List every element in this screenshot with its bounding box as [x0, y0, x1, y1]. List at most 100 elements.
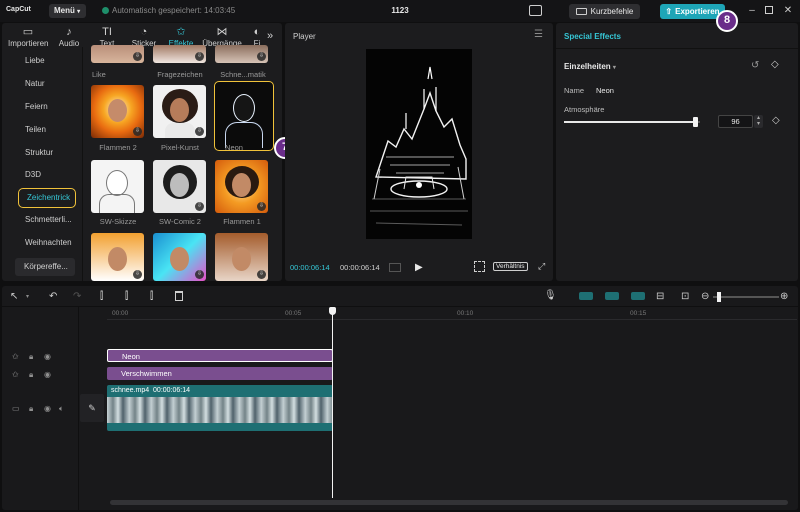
zoom-in-icon[interactable]: ⊕	[780, 291, 788, 302]
zoom-slider[interactable]	[713, 292, 779, 302]
inspector-divider	[556, 48, 798, 49]
delete-icon[interactable]	[175, 291, 183, 301]
category-item[interactable]: Körpereffe...	[15, 258, 75, 276]
effect-track-header: ✩ 🔒︎ ◉	[12, 370, 72, 380]
video-clip[interactable]: schnee.mp4 00:00:06:14	[107, 385, 333, 431]
split-right-icon[interactable]: ⫿	[150, 291, 153, 302]
redo-icon[interactable]: ↷	[73, 291, 81, 302]
split-left-icon[interactable]: ⫿	[125, 291, 128, 302]
effect-thumb-sw-skizze[interactable]	[91, 160, 144, 213]
atmosphere-input[interactable]: 96	[718, 115, 753, 128]
play-icon[interactable]: ▶	[415, 262, 423, 273]
ratio-button[interactable]: Verhältnis	[493, 262, 528, 271]
playhead-handle[interactable]	[329, 307, 336, 315]
zoom-handle[interactable]	[717, 292, 721, 302]
tab-import[interactable]: ▭ Importieren	[8, 26, 48, 48]
minimize-icon[interactable]: –	[745, 4, 759, 18]
shortcuts-button[interactable]: Kurzbefehle	[569, 4, 640, 19]
effect-clip-neon[interactable]: Neon	[107, 349, 333, 362]
fullscreen-crop-icon[interactable]	[474, 261, 485, 272]
eye-icon[interactable]: ◉	[44, 370, 51, 379]
video-track-header: ▭ 🔒︎ ◉ 🔈︎	[12, 404, 72, 414]
effect-thumb-pixel-kunst[interactable]: ⇩	[153, 85, 206, 138]
eye-icon[interactable]: ◉	[44, 404, 51, 413]
horizontal-scrollbar[interactable]	[110, 500, 788, 505]
export-button[interactable]: ⇧ Exportieren	[660, 4, 725, 19]
preview-axis-icon[interactable]: ⊡	[681, 291, 689, 302]
keyframe-icon[interactable]: ◇	[772, 115, 780, 126]
category-item[interactable]: Natur	[12, 75, 70, 93]
lock-icon[interactable]: 🔒︎	[29, 370, 33, 380]
category-item[interactable]: Schmetterli...	[12, 211, 72, 229]
effect-thumb[interactable]: ⇩	[153, 233, 206, 281]
link-main-icon[interactable]	[579, 292, 593, 300]
ruler-label: 00:10	[457, 310, 474, 317]
split-view-icon[interactable]: ⊟	[656, 291, 664, 302]
category-item[interactable]: Liebe	[12, 52, 70, 70]
category-item[interactable]: D3D	[12, 166, 70, 184]
effect-track-icon: ✩	[12, 352, 19, 361]
section-details[interactable]: Einzelheiten ▾	[564, 62, 616, 71]
effect-thumb-flammen-1[interactable]: ⇩	[215, 160, 268, 213]
category-item[interactable]: Teilen	[12, 121, 70, 139]
lock-icon[interactable]: 🔒︎	[29, 352, 33, 362]
menu-label: Menü	[54, 6, 75, 15]
download-icon: ⇩	[133, 52, 142, 61]
volume-icon[interactable]: 🔈︎	[59, 404, 64, 414]
player-panel: Player ☰ 00:00:06:14 00:00:06:14 ▶ Verhä…	[285, 23, 553, 281]
chevron-down-icon[interactable]: ▾	[26, 293, 29, 300]
edit-cover-icon[interactable]: ✎	[80, 394, 104, 422]
playhead[interactable]	[332, 308, 333, 498]
reset-icon[interactable]: ↺	[751, 60, 759, 71]
effect-thumb[interactable]: ⇩	[153, 45, 206, 63]
zoom-out-icon[interactable]: ⊖	[701, 291, 709, 302]
link-preview-icon[interactable]	[631, 292, 645, 300]
effect-thumb-flammen-2[interactable]: ⇩	[91, 85, 144, 138]
eye-icon[interactable]: ◉	[44, 352, 51, 361]
text-icon: TI	[102, 26, 112, 38]
close-icon[interactable]: ✕	[781, 4, 795, 18]
stepper-icon[interactable]: ▴ ▾	[754, 115, 763, 128]
effect-thumb[interactable]: ⇩	[215, 233, 268, 281]
effect-thumb[interactable]: ⇩	[91, 45, 144, 63]
effect-thumb[interactable]: ⇩	[91, 233, 144, 281]
lock-icon[interactable]: 🔒︎	[29, 404, 33, 414]
menu-button[interactable]: Menü ▾	[49, 4, 86, 18]
maximize-icon[interactable]	[762, 4, 776, 18]
effect-clip-verschwimmen[interactable]: Verschwimmen	[107, 367, 333, 380]
atmosphere-slider[interactable]	[564, 117, 700, 127]
download-icon: ⇩	[195, 270, 204, 279]
slider-handle[interactable]	[692, 117, 698, 127]
app-logo: CapCut	[6, 6, 31, 13]
video-track-icon: ▭	[12, 404, 20, 413]
category-item[interactable]: Struktur	[12, 144, 70, 162]
chevron-down-icon: ▾	[612, 65, 616, 71]
time-total: 00:00:06:14	[340, 263, 380, 272]
player-menu-icon[interactable]: ☰	[534, 29, 543, 40]
clip-info: schnee.mp4 00:00:06:14	[111, 387, 190, 394]
microphone-icon[interactable]: 🎙	[544, 290, 557, 301]
export-icon: ⇧	[665, 7, 673, 16]
export-label: Exportieren	[675, 7, 720, 16]
keyboard-icon	[575, 8, 587, 15]
timeline-grid-icon[interactable]	[389, 263, 401, 272]
category-item[interactable]: Weihnachten	[12, 234, 72, 252]
player-title: Player	[293, 32, 316, 41]
select-tool-icon[interactable]: ↖	[10, 291, 18, 302]
effect-thumb-sw-comic-2[interactable]: ⇩	[153, 160, 206, 213]
undo-icon[interactable]: ↶	[49, 291, 57, 302]
layout-icon[interactable]	[529, 5, 542, 16]
effect-thumb[interactable]: ⇩	[215, 45, 268, 63]
autosave-text: Automatisch gespeichert: 14:03:45	[112, 6, 236, 15]
tab-audio[interactable]: ♪ Audio	[54, 26, 84, 48]
link-audio-icon[interactable]	[605, 292, 619, 300]
effect-label: SW-Skizze	[99, 217, 137, 226]
category-item-selected[interactable]: Zeichentrick	[18, 188, 76, 208]
more-tabs-icon[interactable]: »	[267, 30, 273, 42]
split-icon[interactable]: ⫿	[100, 291, 103, 302]
category-item[interactable]: Feiern	[12, 98, 70, 116]
expand-icon[interactable]: ⤢	[538, 261, 545, 272]
effect-thumb-neon[interactable]	[214, 81, 274, 151]
keyframe-icon[interactable]: ◇	[771, 59, 779, 70]
effect-label: SW-Comic 2	[159, 217, 201, 226]
